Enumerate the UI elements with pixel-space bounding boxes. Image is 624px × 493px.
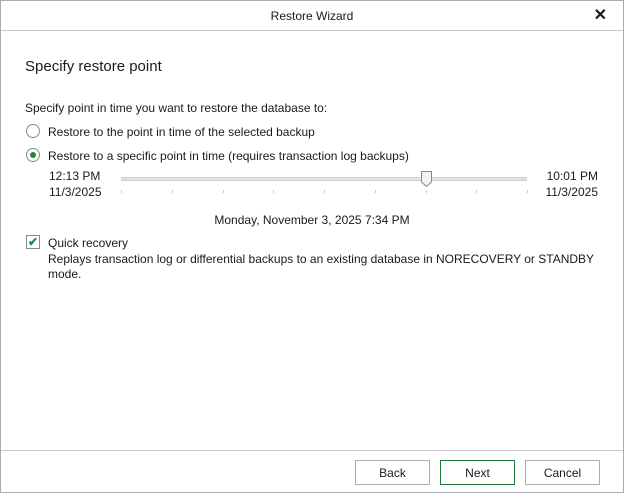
title-bar: Restore Wizard ✕ <box>1 1 623 31</box>
slider-start-date: 11/3/2025 <box>49 185 102 199</box>
slider-tick <box>425 190 427 193</box>
slider-tick <box>374 190 376 193</box>
slider-thumb[interactable] <box>420 171 432 187</box>
radio-button[interactable] <box>26 124 40 138</box>
restore-wizard-window: Restore Wizard ✕ Specify restore point S… <box>0 0 624 493</box>
prompt-label: Specify point in time you want to restor… <box>25 101 328 115</box>
slider-tick <box>171 190 173 193</box>
next-button[interactable]: Next <box>440 460 515 485</box>
slider-end-date: 11/3/2025 <box>545 185 599 199</box>
slider-tick <box>527 190 528 193</box>
radio-label: Restore to the point in time of the sele… <box>48 125 315 139</box>
page-title: Specify restore point <box>25 58 162 75</box>
close-icon[interactable]: ✕ <box>594 1 607 31</box>
quick-recovery-label: Quick recovery <box>48 236 129 250</box>
back-button[interactable]: Back <box>355 460 430 485</box>
radio-button[interactable] <box>26 148 40 162</box>
slider-tick <box>222 190 224 193</box>
slider-start-time: 12:13 PM <box>49 169 101 183</box>
quick-recovery-description: Replays transaction log or differential … <box>48 252 594 281</box>
window-title: Restore Wizard <box>270 9 354 23</box>
slider-end-time: 10:01 PM <box>546 169 598 183</box>
slider-tick <box>324 190 325 193</box>
slider-tick <box>476 190 478 193</box>
radio-label: Restore to a specific point in time (req… <box>48 149 409 163</box>
selected-time-label: Monday, November 3, 2025 7:34 PM <box>214 213 410 227</box>
slider-tick <box>273 190 275 193</box>
footer-divider <box>1 450 623 451</box>
quick-recovery-checkbox[interactable]: ✔ <box>26 235 40 249</box>
slider-tick <box>121 190 122 193</box>
cancel-button[interactable]: Cancel <box>525 460 600 485</box>
time-slider-track[interactable] <box>121 177 527 181</box>
